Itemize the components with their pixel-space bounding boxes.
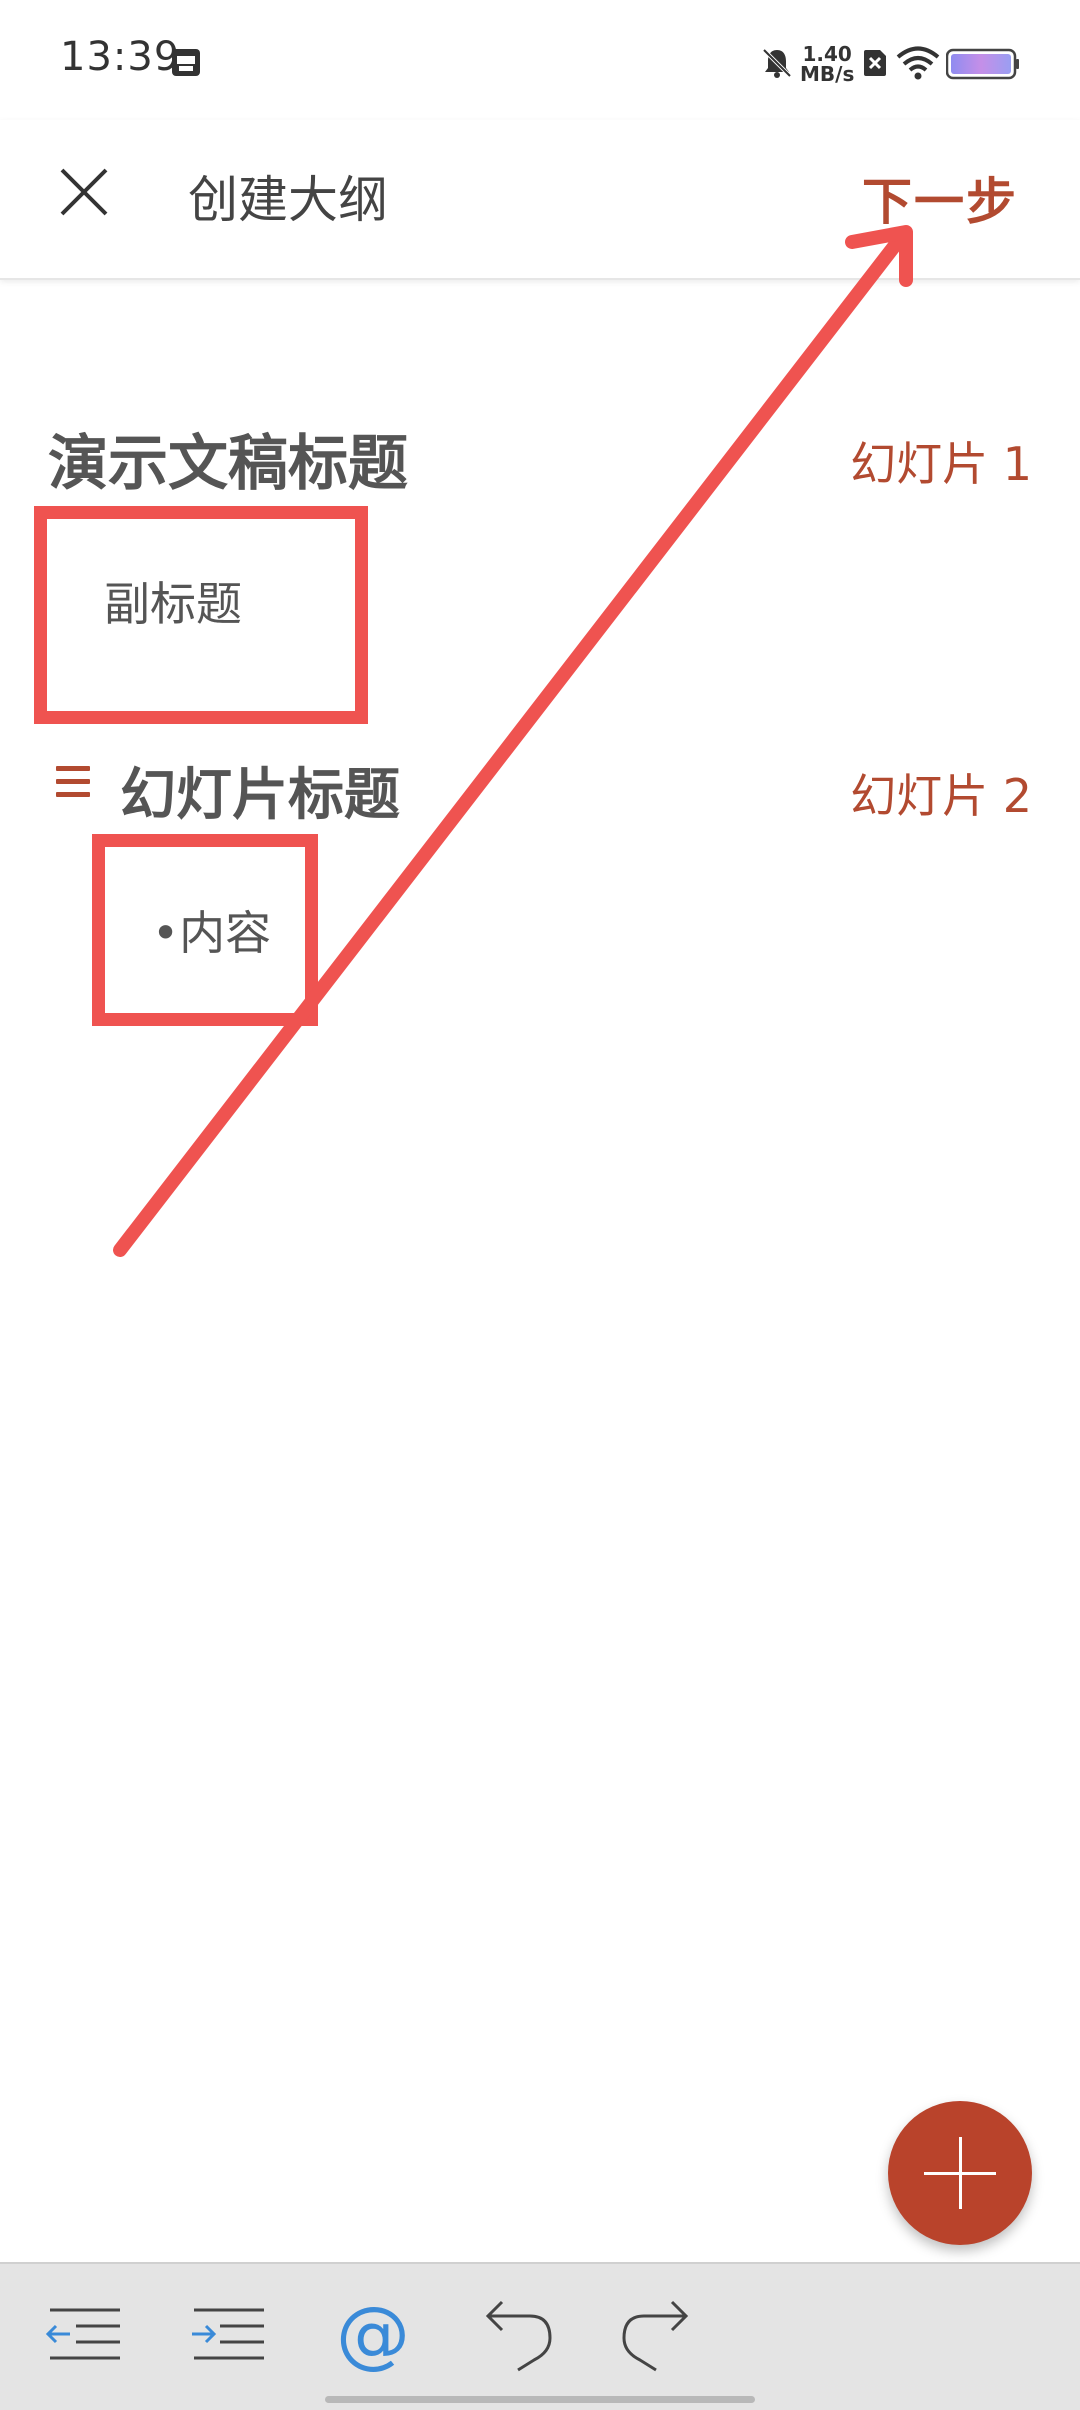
mute-icon (762, 48, 792, 78)
slide-2-content[interactable]: •内容 (152, 897, 271, 963)
outdent-icon[interactable] (40, 2294, 130, 2374)
redo-icon[interactable] (614, 2294, 704, 2374)
indent-icon[interactable] (184, 2294, 274, 2374)
net-speed-unit: MB/s (800, 62, 855, 86)
battery-icon (946, 48, 1019, 80)
net-speed: 1.40 MB/s (800, 44, 854, 84)
next-button[interactable]: 下一步 (862, 162, 1018, 234)
page-title: 创建大纲 (188, 171, 388, 229)
add-slide-button[interactable] (888, 2101, 1032, 2245)
slide-1-label: 幻灯片 1 (850, 437, 1032, 491)
net-speed-value: 1.40 (802, 42, 852, 66)
calendar-icon (172, 49, 200, 76)
close-icon[interactable] (58, 166, 110, 218)
at-icon[interactable]: @ (328, 2294, 418, 2374)
sim-off-icon (864, 50, 886, 76)
gesture-nav-handle[interactable] (325, 2396, 755, 2403)
subtitle-field[interactable]: 副标题 (104, 568, 242, 634)
bottom-toolbar: @ (0, 2262, 1080, 2410)
wifi-icon (896, 46, 940, 80)
slide-2-title[interactable]: 幻灯片标题 (120, 750, 400, 831)
drag-handle-icon[interactable] (56, 766, 90, 805)
slide-2-label: 幻灯片 2 (850, 769, 1032, 823)
status-time: 13:39 (60, 34, 181, 80)
app-bar: 创建大纲 下一步 (0, 120, 1080, 280)
status-bar: 13:39 1.40 MB/s (0, 0, 1080, 120)
undo-icon[interactable] (470, 2294, 560, 2374)
annotation-arrow (113, 225, 913, 1257)
presentation-title[interactable]: 演示文稿标题 (48, 415, 408, 502)
